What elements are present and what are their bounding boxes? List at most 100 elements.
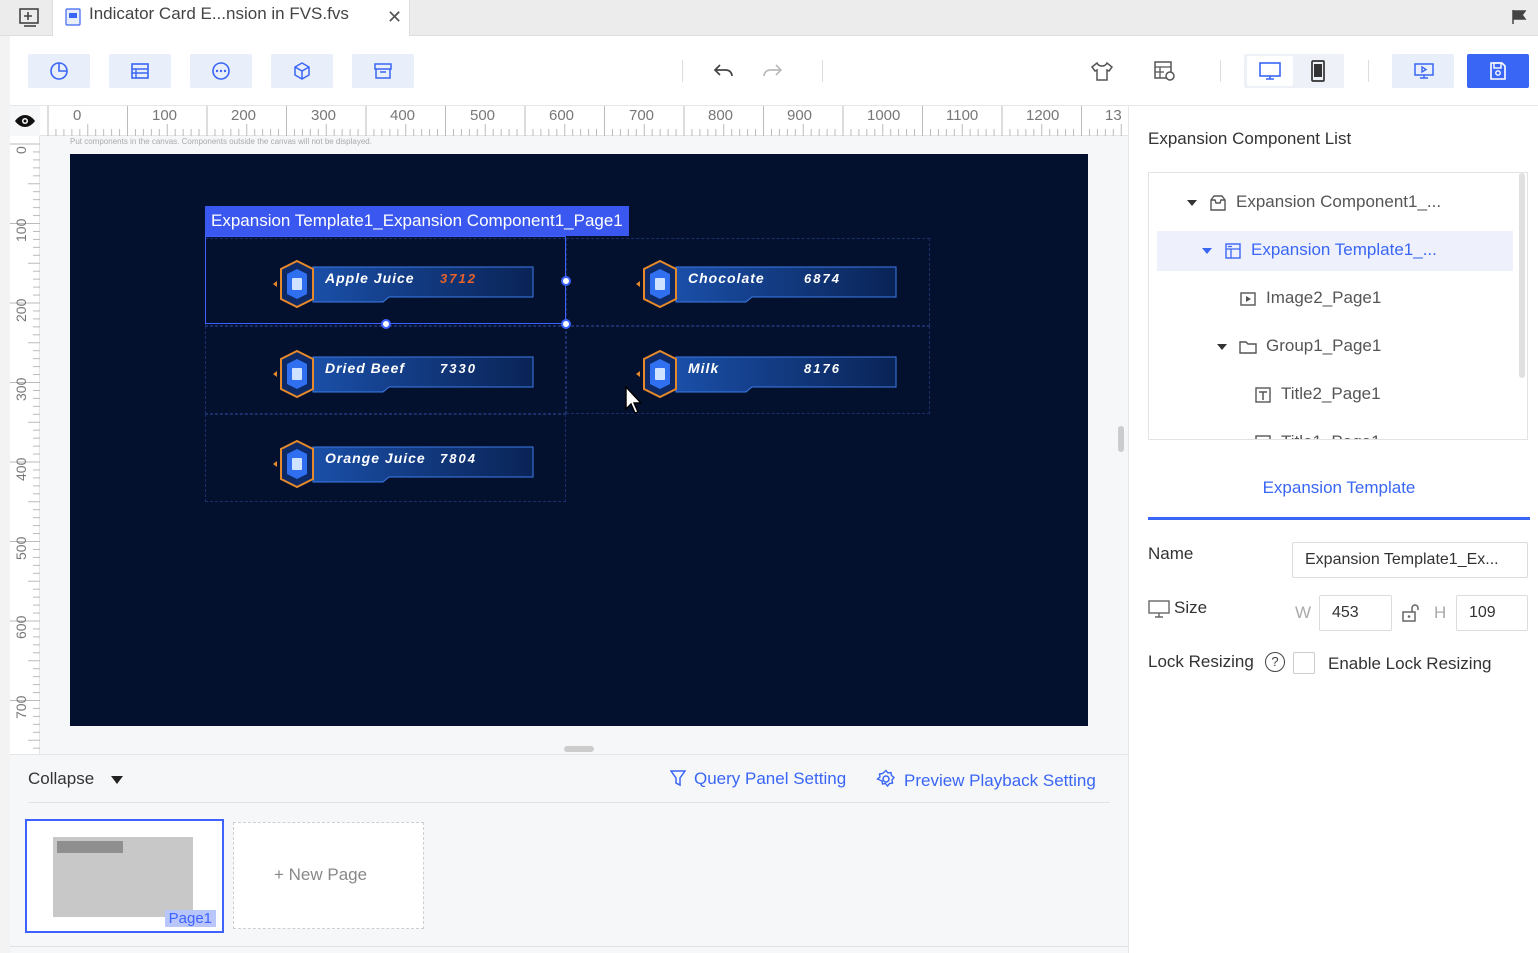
ruler-label: 400	[390, 107, 416, 124]
indicator-card[interactable]: Milk 8176	[632, 347, 902, 403]
chart-button[interactable]	[28, 54, 90, 88]
tab-expansion-template[interactable]: Expansion Template	[1148, 478, 1530, 498]
card-name: Orange Juice	[325, 450, 426, 466]
device-toggle	[1244, 54, 1344, 88]
page-panel: Collapse Query Panel Setting Preview Pla…	[10, 754, 1128, 953]
ruler-label: 900	[787, 107, 813, 124]
data-settings-icon[interactable]	[1153, 60, 1177, 82]
enable-lock-resizing-label[interactable]: Enable Lock Resizing	[1328, 654, 1491, 674]
template-label: Expansion Template1_Expansion Component1…	[205, 206, 629, 236]
redo-icon[interactable]	[760, 60, 784, 82]
indicator-card[interactable]: Orange Juice 7804	[269, 437, 539, 493]
help-icon[interactable]: ?	[1265, 652, 1285, 672]
ruler-label: 600	[549, 107, 575, 124]
selection-box[interactable]	[205, 236, 566, 324]
indicator-card[interactable]: Dried Beef 7330	[269, 347, 539, 403]
flag-icon[interactable]	[1510, 8, 1530, 26]
canvas-area[interactable]: 0 100 200 300 400 500 600 700 800 900 10…	[10, 106, 1128, 754]
card-value: 7804	[440, 451, 477, 466]
tree-scrollbar[interactable]	[1519, 173, 1525, 378]
component-list-title: Expansion Component List	[1148, 129, 1352, 148]
ruler-label: 200	[231, 107, 257, 124]
close-icon[interactable]: ✕	[387, 7, 402, 28]
undo-icon[interactable]	[712, 60, 736, 82]
save-button[interactable]	[1467, 54, 1529, 88]
card-frame-icon	[636, 259, 897, 309]
ruler-label: 13	[1105, 107, 1122, 124]
left-edge	[0, 36, 10, 953]
size-label: Size	[1174, 598, 1208, 617]
desktop-view-button[interactable]	[1247, 56, 1293, 86]
unlock-icon[interactable]	[1401, 604, 1421, 622]
collapse-toggle[interactable]: Collapse	[28, 769, 94, 789]
new-page-button[interactable]: + New Page	[233, 822, 424, 929]
tree-item-label: Title1_Page1	[1281, 432, 1381, 439]
template-icon	[1225, 243, 1241, 259]
caret-down-icon[interactable]	[110, 775, 124, 785]
preview-playback-label: Preview Playback Setting	[904, 771, 1096, 790]
cube-icon	[294, 62, 310, 80]
tree-item-label: Expansion Template1_...	[1251, 240, 1437, 259]
image-icon	[1240, 292, 1256, 306]
eye-icon[interactable]	[14, 112, 36, 130]
query-panel-setting-button[interactable]: Query Panel Setting	[670, 769, 846, 789]
tree-item-title1[interactable]: Title1_Page1	[1157, 423, 1513, 439]
divider	[10, 946, 1128, 947]
preview-button[interactable]	[1392, 54, 1454, 88]
mouse-cursor-icon	[625, 386, 643, 414]
ruler-label: 100	[13, 218, 29, 242]
more-components-button[interactable]	[190, 54, 252, 88]
add-component-icon[interactable]	[18, 6, 42, 28]
preview-playback-setting-button[interactable]: Preview Playback Setting	[876, 769, 1096, 791]
vertical-scrollbar[interactable]	[1118, 426, 1124, 452]
name-field[interactable]: Expansion Template1_Ex...	[1292, 542, 1528, 578]
folder-icon	[1239, 341, 1257, 354]
horizontal-scrollbar[interactable]	[564, 746, 594, 752]
archive-icon	[374, 63, 392, 79]
ruler-label: 1200	[1026, 107, 1060, 124]
vertical-ruler: 0 100 200 300 400 500 600 700	[10, 136, 40, 754]
width-input[interactable]: 453	[1319, 595, 1392, 631]
horizontal-ruler: 0 100 200 300 400 500 600 700 800 900 10…	[40, 106, 1128, 136]
pie-chart-icon	[50, 62, 68, 80]
caret-down-icon[interactable]	[1217, 343, 1227, 351]
resize-handle-bottom[interactable]	[381, 319, 391, 329]
file-icon	[65, 8, 81, 26]
3d-model-button[interactable]	[271, 54, 333, 88]
caret-down-icon[interactable]	[1187, 199, 1197, 207]
theme-icon[interactable]	[1090, 60, 1114, 82]
ruler-label: 600	[13, 615, 29, 639]
tree-item-expansion-component[interactable]: Expansion Component1_...	[1157, 183, 1513, 223]
ruler-label: 700	[13, 695, 29, 719]
tree-item-image[interactable]: Image2_Page1	[1157, 279, 1513, 319]
indicator-card[interactable]: Chocolate 6874	[632, 257, 902, 313]
monitor-icon	[1148, 600, 1170, 618]
resize-handle-right[interactable]	[561, 276, 571, 286]
card-value: 7330	[440, 361, 477, 376]
caret-down-icon[interactable]	[1202, 247, 1212, 255]
ruler-label: 0	[13, 146, 29, 154]
height-input[interactable]: 109	[1456, 595, 1528, 631]
file-tab[interactable]: Indicator Card E...nsion in FVS.fvs ✕	[52, 0, 410, 36]
table-icon	[131, 63, 149, 79]
dashboard-canvas[interactable]: Expansion Template1_Expansion Component1…	[70, 154, 1088, 726]
lock-resizing-checkbox[interactable]	[1293, 652, 1315, 674]
query-panel-label: Query Panel Setting	[694, 769, 847, 788]
properties-panel: Expansion Component List Expansion Compo…	[1128, 106, 1538, 953]
width-label: W	[1295, 603, 1312, 622]
gear-icon	[876, 769, 895, 788]
table-button[interactable]	[109, 54, 171, 88]
tree-item-expansion-template[interactable]: Expansion Template1_...	[1157, 231, 1513, 271]
component-icon	[1210, 195, 1226, 211]
tree-item-title2[interactable]: Title2_Page1	[1157, 375, 1513, 415]
component-tree: Expansion Component1_... Expansion Templ…	[1148, 172, 1528, 440]
toolbar	[10, 36, 1538, 106]
new-page-label: + New Page	[274, 865, 368, 884]
archive-button[interactable]	[352, 54, 414, 88]
resize-handle-corner[interactable]	[561, 319, 571, 329]
ruler-label: 1100	[946, 107, 979, 124]
ruler-label: 300	[311, 107, 337, 124]
page-thumbnail[interactable]: Page1	[25, 819, 224, 933]
tree-item-group[interactable]: Group1_Page1	[1157, 327, 1513, 367]
mobile-view-button[interactable]	[1295, 56, 1341, 86]
